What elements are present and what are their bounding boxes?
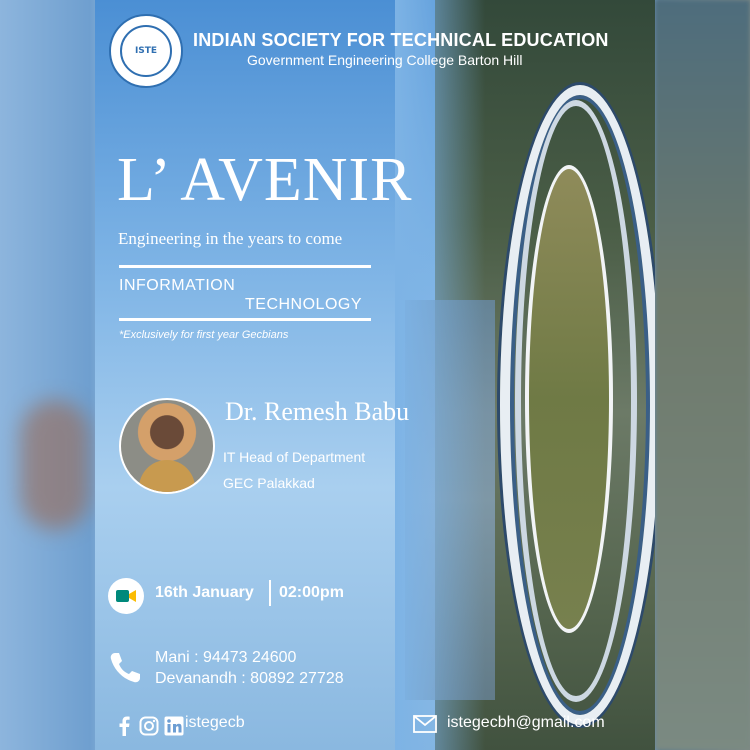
event-time: 02:00pm (279, 584, 344, 601)
audience-note: *Exclusively for first year Gecbians (119, 329, 289, 341)
email-address[interactable]: istegecbh@gmail.com (447, 714, 605, 732)
social-handle[interactable]: istegecb (185, 714, 245, 732)
event-title: L’ AVENIR (117, 146, 413, 214)
photo-fade (395, 0, 485, 750)
divider-bottom (119, 318, 371, 321)
org-subtitle: Government Engineering College Barton Hi… (247, 52, 523, 68)
divider-top (119, 265, 371, 268)
facebook-icon[interactable] (113, 715, 135, 737)
ring-building-courtyard (525, 165, 613, 633)
topic-line-2: TECHNOLOGY (245, 296, 363, 313)
blurred-background-strip (655, 0, 750, 750)
google-meet-icon (108, 578, 144, 614)
topic-line-1: INFORMATION (119, 277, 236, 294)
phone-icon (110, 653, 140, 683)
speaker-avatar-body (139, 460, 195, 492)
contact-line-1: Mani : 94473 24600 (155, 649, 297, 666)
event-tagline: Engineering in the years to come (118, 229, 343, 248)
event-date: 16th January (155, 584, 254, 601)
speaker-org: GEC Palakkad (223, 475, 315, 491)
speaker-role: IT Head of Department (223, 449, 366, 465)
blurred-background-blob (20, 400, 90, 530)
social-icons (113, 714, 188, 738)
iste-logo-text: ISTE (134, 46, 158, 56)
video-camera-icon (116, 590, 136, 602)
instagram-icon[interactable] (138, 715, 160, 737)
event-poster: ISTE INDIAN SOCIETY FOR TECHNICAL EDUCAT… (95, 0, 655, 750)
iste-logo-inner: ISTE (120, 25, 172, 77)
linkedin-icon[interactable] (163, 715, 185, 737)
speaker-name: Dr. Remesh Babu (225, 397, 410, 426)
org-title: INDIAN SOCIETY FOR TECHNICAL EDUCATION (193, 30, 609, 50)
speaker-avatar (119, 398, 215, 494)
contact-line-2: Devanandh : 80892 27728 (155, 670, 344, 687)
mail-icon (413, 715, 437, 733)
iste-logo: ISTE (109, 14, 183, 88)
date-time-separator (269, 580, 271, 606)
